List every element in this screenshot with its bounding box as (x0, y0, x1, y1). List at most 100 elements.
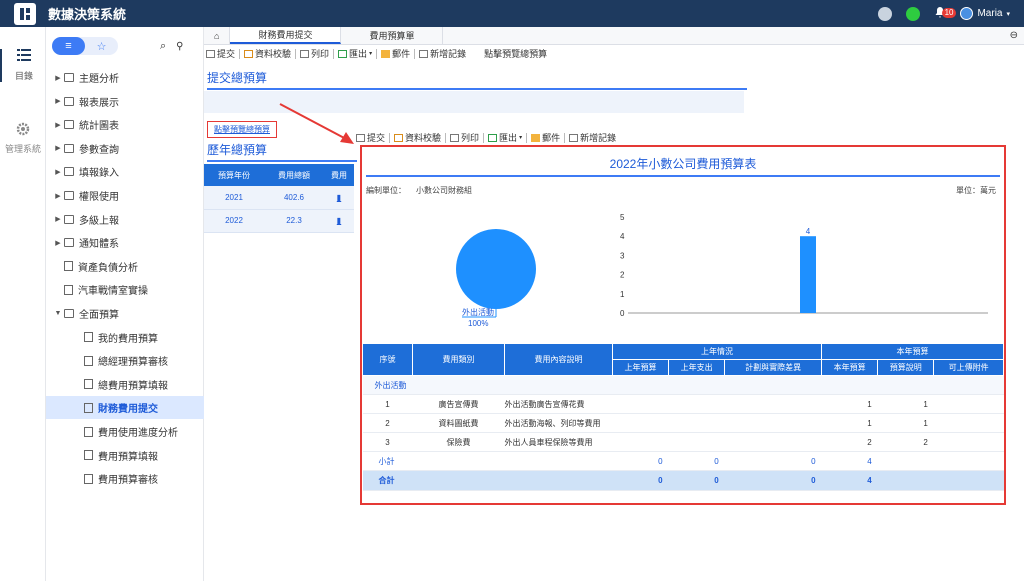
subtotal-diff: 0 (724, 451, 822, 471)
row-attach: 1 (877, 413, 934, 433)
row-no: 3 (362, 432, 413, 452)
preview-export-button[interactable]: 匯出 ▾ (488, 131, 522, 144)
sidebar-item-label: 總經理預算審核 (98, 357, 168, 369)
fee-link[interactable]: ▮ (324, 186, 354, 210)
user-menu[interactable]: Maria ▾ (960, 7, 1010, 20)
preview-print-button[interactable]: 列印 (450, 131, 479, 144)
unlink-icon[interactable]: ⚲ (176, 41, 183, 52)
star-icon[interactable]: ☆ (85, 37, 118, 55)
caret-right-icon[interactable]: ▶ (52, 192, 64, 200)
sidebar-item[interactable]: ▶ 報表展示 (46, 90, 204, 113)
sidebar-item[interactable]: ▶ 主題分析 (46, 66, 204, 89)
sidebar-item[interactable]: 總經理預算審核 (46, 349, 204, 372)
pie-slice[interactable] (456, 229, 536, 309)
rail-admin[interactable]: 管理系統 (0, 122, 46, 155)
export-button[interactable]: 匯出 ▾ (338, 47, 372, 60)
caret-right-icon[interactable]: ▶ (52, 168, 64, 176)
table-row[interactable]: 1 廣告宣傳費 外出活動廣告宣傳花費 1 1 (362, 394, 1004, 414)
bar[interactable] (800, 236, 816, 313)
submit-section-title: 提交總預算 (207, 69, 747, 90)
sidebar-item-label: 費用使用進度分析 (98, 428, 178, 439)
col-year: 預算年份 (204, 164, 264, 186)
sidebar-item[interactable]: 汽車戰情室實操 (46, 278, 204, 301)
sidebar-item[interactable]: ▶ 參數查詢 (46, 137, 204, 160)
verify-button[interactable]: 資料校驗 (244, 47, 291, 60)
sidebar-item[interactable]: 費用預算審核 (46, 467, 204, 490)
total-diff: 0 (724, 470, 822, 491)
sidebar-item-label: 財務費用提交 (98, 404, 158, 416)
caret-right-icon[interactable]: ▶ (52, 215, 64, 223)
document-icon (84, 402, 93, 413)
sidebar-item[interactable]: 費用預算填報 (46, 444, 204, 467)
rail-catalog-label: 目錄 (14, 71, 33, 81)
caret-right-icon[interactable]: ▶ (52, 239, 64, 247)
sidebar-item[interactable]: ▶ 填報錄入 (46, 160, 204, 183)
sidebar-item[interactable]: ▶ 多級上報 (46, 208, 204, 231)
sidebar-item-label: 資產負債分析 (78, 262, 138, 274)
group-label: 外出活動 (362, 375, 1004, 395)
add-record-button[interactable]: 新增記錄 (419, 47, 466, 60)
caret-right-icon[interactable]: ▶ (52, 121, 64, 129)
app-logo[interactable] (14, 2, 36, 25)
more-icon[interactable]: ⊖ (1010, 30, 1018, 41)
sidebar-item[interactable]: ▶ 通知體系 (46, 231, 204, 254)
row-budget: 1 (821, 413, 878, 433)
document-icon (84, 450, 93, 461)
row-no: 2 (362, 413, 413, 433)
tab-budget-form[interactable]: 費用預算單 (341, 27, 444, 44)
sidebar-item[interactable]: 費用使用進度分析 (46, 420, 204, 443)
total-label: 合計 (362, 470, 613, 491)
total-this-budget: 4 (821, 470, 878, 491)
preview-add-record-button[interactable]: 新增記錄 (569, 131, 616, 144)
mail-icon (531, 133, 541, 142)
print-button[interactable]: 列印 (300, 47, 329, 60)
tab-bar: ⌂ 財務費用提交 費用預算單 ⊖ (204, 27, 1024, 45)
home-tab[interactable]: ⌂ (204, 27, 231, 44)
table-row[interactable]: 2022 22.3 ▮ (204, 209, 354, 233)
chat-icon[interactable] (878, 6, 893, 21)
row-budget: 1 (821, 394, 878, 414)
preview-verify-button[interactable]: 資料校驗 (394, 131, 441, 144)
col-fee: 費用 (324, 164, 354, 186)
main-toolbar: 提交 資料校驗 列印 匯出 ▾ 郵件 新增記錄 點擊預覽總預算 (204, 45, 1024, 62)
preview-toolbar: 提交 資料校驗 列印 匯出 ▾ 郵件 新增記錄 (354, 129, 616, 146)
caret-down-icon[interactable]: ▼ (52, 310, 64, 317)
sidebar-item-label: 通知體系 (79, 239, 119, 251)
y-tick-label: 0 (620, 309, 625, 318)
sidebar-item[interactable]: 資產負債分析 (46, 255, 204, 278)
table-row[interactable]: 3 保險費 外出人員車程保險等費用 2 2 (362, 432, 1004, 452)
caret-right-icon[interactable]: ▶ (52, 74, 64, 82)
tab-finance-submit[interactable]: 財務費用提交 (230, 27, 342, 44)
list-view-icon[interactable]: ≡ (52, 37, 85, 55)
preview-mail-button[interactable]: 郵件 (531, 131, 560, 144)
row-category: 資料圖紙費 (412, 413, 505, 433)
preview-budget-link[interactable]: 點擊預覽總預算 (207, 121, 277, 138)
table-row[interactable]: 2021 402.6 ▮ (204, 186, 354, 210)
view-switch[interactable]: ≡ ☆ (52, 37, 118, 55)
row-budget: 2 (821, 432, 878, 452)
search-icon[interactable]: ⌕ (160, 40, 166, 53)
caret-right-icon[interactable]: ▶ (52, 97, 64, 105)
sidebar-item[interactable]: ▶ 統計圖表 (46, 113, 204, 136)
col-no: 序號 (362, 343, 413, 376)
fee-link[interactable]: ▮ (324, 209, 354, 233)
caret-right-icon[interactable]: ▶ (52, 144, 64, 152)
subtotal-last-budget: 0 (612, 451, 669, 471)
sidebar-item[interactable]: 財務費用提交 (46, 396, 204, 420)
submit-button[interactable]: 提交 (206, 47, 235, 60)
sidebar-item[interactable]: 總費用預算填報 (46, 373, 204, 396)
unit-label: 單位：萬元 (956, 186, 996, 195)
table-row[interactable]: 2 資料圖紙費 外出活動海報、列印等費用 1 1 (362, 413, 1004, 433)
total-last-budget: 0 (612, 470, 669, 491)
sidebar-item[interactable]: ▶ 權限使用 (46, 184, 204, 207)
add-row-icon (569, 133, 579, 142)
bell-green-icon[interactable] (906, 6, 921, 21)
document-icon (64, 284, 73, 295)
rail-catalog[interactable]: 目錄 (0, 49, 46, 82)
y-tick-label: 2 (620, 271, 625, 280)
sidebar-item[interactable]: ▼ 全面預算 (46, 302, 204, 325)
mail-button[interactable]: 郵件 (381, 47, 410, 60)
preview-submit-button[interactable]: 提交 (356, 131, 385, 144)
sidebar-item[interactable]: 我的費用預算 (46, 326, 204, 349)
notification[interactable]: 10 (934, 6, 957, 21)
